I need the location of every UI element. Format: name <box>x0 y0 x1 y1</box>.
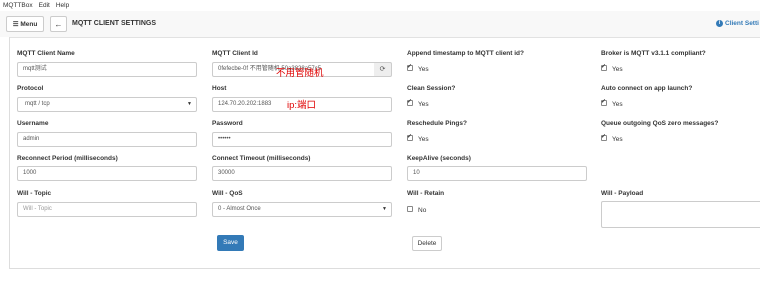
will-payload-textarea[interactable] <box>601 201 760 228</box>
host-label: Host <box>212 85 227 92</box>
reschedule-pings-label: Reschedule Pings? <box>407 120 467 127</box>
will-topic-label: Will - Topic <box>17 190 52 197</box>
auto-connect-option: Yes <box>612 101 623 108</box>
caret-down-icon: ▼ <box>382 206 387 212</box>
broker-compliant-checkbox[interactable]: Yes <box>601 63 623 73</box>
menu-mqttbox[interactable]: MQTTBox <box>0 0 36 11</box>
client-id-annotation: 不用管随机 <box>276 68 324 79</box>
username-label: Username <box>17 120 49 127</box>
append-timestamp-option: Yes <box>418 66 429 73</box>
protocol-select[interactable]: mqtt / tcp ▼ <box>17 97 197 112</box>
append-timestamp-checkbox[interactable]: Yes <box>407 63 429 73</box>
queue-qos-checkbox[interactable]: Yes <box>601 133 623 143</box>
clean-session-option: Yes <box>418 101 429 108</box>
divider <box>9 268 760 269</box>
checkbox-checked-icon <box>601 133 607 142</box>
reconnect-period-input[interactable]: 1000 <box>17 166 197 181</box>
will-topic-input[interactable]: Will - Topic <box>17 202 197 217</box>
queue-qos-option: Yes <box>612 136 623 143</box>
protocol-value: mqtt / tcp <box>25 101 50 107</box>
delete-button[interactable]: Delete <box>412 236 442 251</box>
back-button[interactable]: ← <box>50 16 67 32</box>
client-name-input[interactable]: mqtt测试 <box>17 62 197 77</box>
info-icon: i <box>716 19 723 27</box>
will-qos-select[interactable]: 0 - Almost Once ▼ <box>212 202 392 217</box>
refresh-icon: ⟳ <box>379 66 386 73</box>
caret-down-icon: ▼ <box>187 101 192 107</box>
will-qos-value: 0 - Almost Once <box>218 206 261 212</box>
host-annotation: ip:端口 <box>287 100 317 111</box>
password-input[interactable]: •••••• <box>212 132 392 147</box>
client-settings-link[interactable]: i Client Setti <box>716 16 759 32</box>
will-retain-label: Will - Retain <box>407 190 445 197</box>
broker-compliant-label: Broker is MQTT v3.1.1 compliant? <box>601 50 706 57</box>
checkbox-checked-icon <box>407 98 413 107</box>
arrow-left-icon: ← <box>54 20 63 29</box>
auto-connect-checkbox[interactable]: Yes <box>601 98 623 108</box>
password-label: Password <box>212 120 243 127</box>
connect-timeout-label: Connect Timeout (milliseconds) <box>212 155 311 162</box>
toolbar: ☰ Menu ← MQTT CLIENT SETTINGS i Client Se… <box>0 11 760 38</box>
refresh-client-id-button[interactable]: ⟳ <box>374 62 392 77</box>
will-qos-label: Will - QoS <box>212 190 243 197</box>
connect-timeout-input[interactable]: 30000 <box>212 166 392 181</box>
save-button[interactable]: Save <box>217 235 244 251</box>
menu-button[interactable]: ☰ Menu <box>6 16 44 32</box>
keepalive-label: KeepAlive (seconds) <box>407 155 471 162</box>
client-name-label: MQTT Client Name <box>17 50 75 57</box>
protocol-label: Protocol <box>17 85 44 92</box>
page-title: MQTT CLIENT SETTINGS <box>72 20 156 27</box>
keepalive-input[interactable]: 10 <box>407 166 587 181</box>
broker-compliant-option: Yes <box>612 66 623 73</box>
checkbox-unchecked-icon <box>407 206 413 213</box>
clean-session-checkbox[interactable]: Yes <box>407 98 429 108</box>
client-id-label: MQTT Client Id <box>212 50 258 57</box>
menu-edit[interactable]: Edit <box>36 0 53 11</box>
append-timestamp-label: Append timestamp to MQTT client id? <box>407 50 524 57</box>
checkbox-checked-icon <box>601 98 607 107</box>
reschedule-pings-option: Yes <box>418 136 429 143</box>
reconnect-period-label: Reconnect Period (milliseconds) <box>17 155 118 162</box>
left-panel-edge <box>0 37 10 269</box>
checkbox-checked-icon <box>601 63 607 72</box>
menu-help[interactable]: Help <box>53 0 72 11</box>
client-settings-label: Client Setti <box>725 20 759 27</box>
checkbox-checked-icon <box>407 63 413 72</box>
reschedule-pings-checkbox[interactable]: Yes <box>407 133 429 143</box>
will-retain-option: No <box>418 207 427 214</box>
clean-session-label: Clean Session? <box>407 85 456 92</box>
auto-connect-label: Auto connect on app launch? <box>601 85 693 92</box>
checkbox-checked-icon <box>407 133 413 142</box>
queue-qos-label: Queue outgoing QoS zero messages? <box>601 120 719 127</box>
will-retain-checkbox[interactable]: No <box>407 206 427 214</box>
username-input[interactable]: admin <box>17 132 197 147</box>
will-payload-label: Will - Payload <box>601 190 644 197</box>
